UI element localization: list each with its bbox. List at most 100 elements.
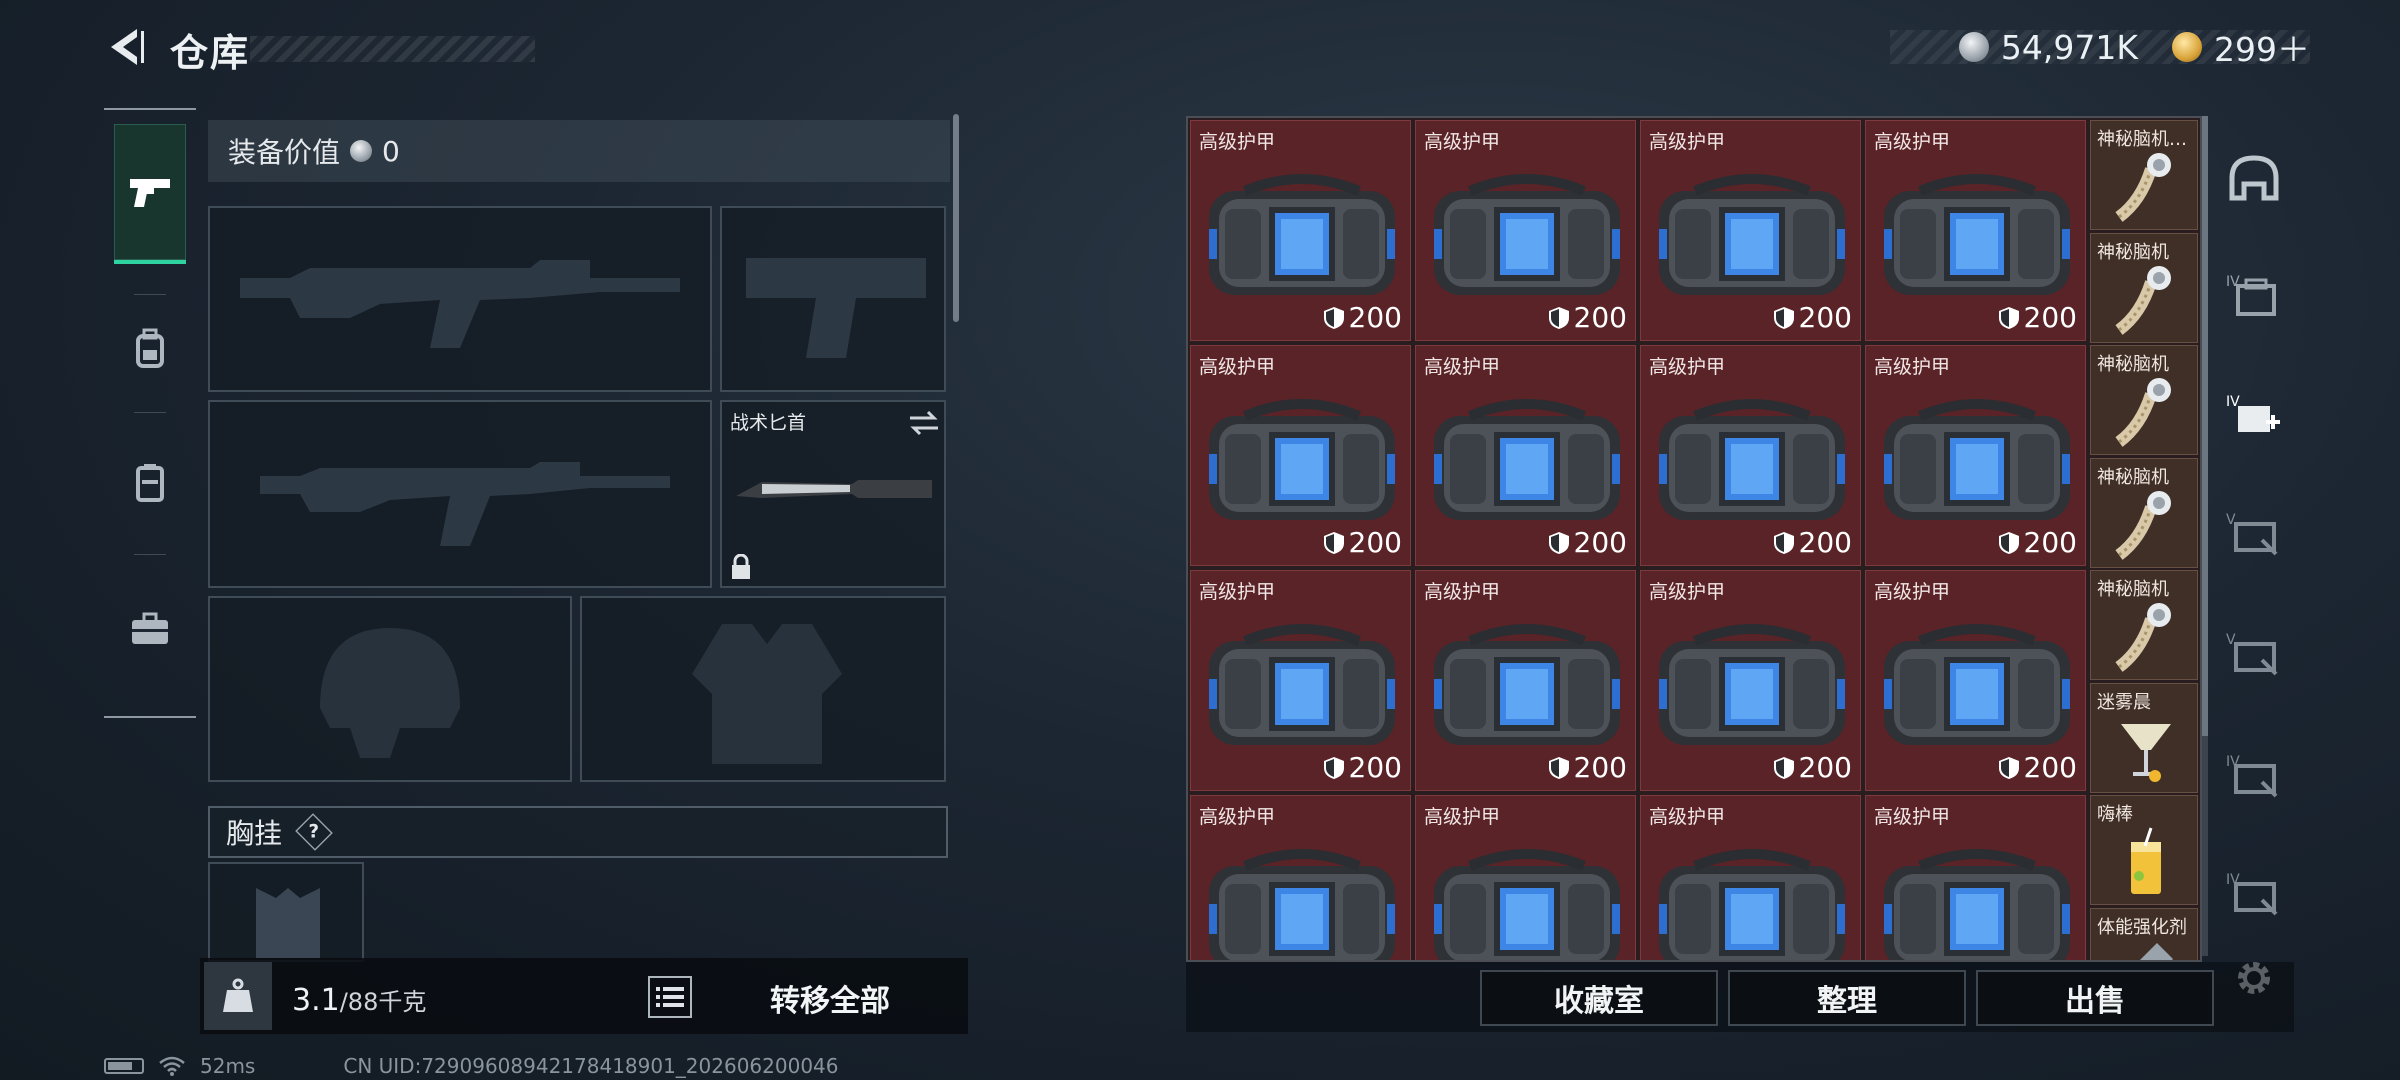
armor-item-cell[interactable]: 高级护甲 200	[1640, 570, 1861, 791]
item-name: 高级护甲	[1199, 581, 1276, 603]
gold-coin-icon	[2172, 32, 2202, 62]
durability-shield-icon	[1548, 306, 1569, 329]
item-name: 高级护甲	[1874, 131, 1951, 153]
armor-bag-icon	[1209, 624, 1395, 745]
armor-bag-icon	[1884, 624, 2070, 745]
organize-button[interactable]: 整理	[1728, 970, 1966, 1026]
armor-bag-icon	[1659, 624, 1845, 745]
durability-shield-icon	[1998, 531, 2019, 554]
weight-icon	[204, 962, 272, 1030]
consumable-item-cell[interactable]: 嗨棒	[2090, 795, 2198, 905]
gold-amount[interactable]: 299＋	[2214, 23, 2310, 71]
item-name: 高级护甲	[1874, 806, 1951, 828]
primary-weapon-slot[interactable]	[208, 206, 712, 392]
armor-item-cell[interactable]: 高级护甲 200	[1640, 345, 1861, 566]
armor-bag-icon	[1434, 174, 1620, 295]
consumable-item-cell[interactable]: 神秘脑机	[2090, 457, 2198, 568]
inventory-scrollbar[interactable]	[2202, 116, 2208, 956]
helmet-slot[interactable]	[208, 596, 572, 782]
secondary-weapon-slot[interactable]	[720, 206, 946, 392]
helmet-filter-button[interactable]	[2226, 150, 2282, 206]
collection-room-button[interactable]: 收藏室	[1480, 970, 1718, 1026]
item-name: 神秘脑机	[2097, 466, 2169, 488]
armor-item-cell[interactable]: 高级护甲 200	[1415, 570, 1636, 791]
item-durability: 200	[1548, 301, 1627, 334]
case-iv3-button[interactable]: IV	[2226, 866, 2282, 922]
armor-item-cell[interactable]: 高级护甲 200	[1865, 345, 2086, 566]
transfer-all-button[interactable]: 转移全部	[720, 970, 940, 1026]
case-iv2-button[interactable]: IV	[2226, 748, 2282, 804]
secondary-rifle-slot[interactable]	[208, 400, 712, 588]
brain-chip-icon	[2115, 378, 2171, 447]
rifle-silhouette-icon	[240, 260, 680, 348]
brain-chip-icon	[2115, 490, 2171, 560]
armor-item-cell[interactable]: 高级护甲 200	[1190, 120, 1411, 341]
list-view-button[interactable]	[648, 976, 692, 1018]
consumable-item-cell[interactable]: 迷雾晨	[2090, 682, 2198, 793]
armor-item-cell[interactable]: 高级护甲	[1190, 795, 1411, 960]
item-name: 高级护甲	[1649, 806, 1726, 828]
add-case-icon: IV	[2226, 394, 2280, 432]
network-ping: 52ms	[200, 1054, 256, 1078]
item-name: 神秘脑机	[2097, 241, 2169, 263]
melee-label: 战术匕首	[730, 412, 807, 434]
weapon-case-iv-button[interactable]: IV	[2226, 268, 2282, 324]
vest-icon	[136, 464, 164, 502]
consumable-item-cell[interactable]: 神秘脑机	[2090, 232, 2198, 343]
chest-rig-slot[interactable]	[208, 862, 364, 962]
armor-item-cell[interactable]: 高级护甲 200	[1865, 570, 2086, 791]
back-button[interactable]	[100, 22, 148, 72]
armor-item-cell[interactable]: 高级护甲	[1865, 795, 2086, 960]
melee-slot[interactable]: 战术匕首	[720, 400, 946, 588]
durability-value: 200	[1573, 526, 1627, 559]
item-durability: 200	[1773, 301, 1852, 334]
consumable-item-cell[interactable]: 神秘脑机	[2090, 345, 2198, 455]
armor-item-cell[interactable]: 高级护甲	[1640, 795, 1861, 960]
durability-value: 200	[2023, 526, 2077, 559]
armor-item-cell[interactable]: 高级护甲 200	[1190, 345, 1411, 566]
status-bar: 52ms CN UID:7290960894217841890​1_202606…	[104, 1054, 839, 1078]
armor-slot[interactable]	[580, 596, 946, 782]
tab-vest[interactable]	[114, 440, 186, 526]
back-arrow-icon	[111, 29, 144, 65]
armor-item-cell[interactable]: 高级护甲 200	[1415, 120, 1636, 341]
category-sidebar	[104, 108, 196, 718]
swap-icon[interactable]	[908, 408, 940, 438]
armor-item-cell[interactable]: 高级护甲 200	[1415, 345, 1636, 566]
durability-shield-icon	[1323, 531, 1344, 554]
case-v2-button[interactable]: V	[2226, 626, 2282, 682]
brain-chip-icon	[2115, 603, 2171, 672]
armor-bag-icon	[1209, 174, 1395, 295]
durability-value: 200	[1348, 526, 1402, 559]
durability-shield-icon	[1773, 531, 1794, 554]
sell-button[interactable]: 出售	[1976, 970, 2214, 1026]
armor-item-cell[interactable]: 高级护甲 200	[1640, 120, 1861, 341]
item-name: 高级护甲	[1424, 806, 1501, 828]
durability-shield-icon	[1548, 531, 1569, 554]
high-stick-drink-icon	[2131, 827, 2161, 894]
item-durability: 200	[1773, 526, 1852, 559]
tab-weapons[interactable]	[114, 124, 186, 264]
tab-backpack[interactable]	[114, 306, 186, 392]
item-name: 高级护甲	[1199, 131, 1276, 153]
chest-rig-help-button[interactable]: ?	[295, 813, 333, 851]
equipment-scrollbar[interactable]	[953, 114, 959, 322]
consumable-item-cell[interactable]: 神秘脑机…	[2090, 120, 2198, 230]
inventory-grid: 高级护甲 200 高级护甲 200 高级护甲 200 高级护甲 200 高级护甲 200 高级护甲 2…	[1186, 116, 2202, 962]
consumable-item-cell[interactable]: 体能强化剂	[2090, 907, 2198, 960]
currency-display[interactable]: 54,971K 299＋	[1958, 28, 2310, 69]
tab-toolbox[interactable]	[114, 586, 186, 672]
durability-value: 200	[1573, 301, 1627, 334]
case-v-button[interactable]: V	[2226, 506, 2282, 562]
item-name: 迷雾晨	[2097, 691, 2151, 713]
chest-rig-label: 胸挂	[226, 817, 283, 850]
armor-item-cell[interactable]: 高级护甲 200	[1190, 570, 1411, 791]
backpack-icon	[136, 328, 164, 368]
armor-item-cell[interactable]: 高级护甲	[1415, 795, 1636, 960]
armor-item-cell[interactable]: 高级护甲 200	[1865, 120, 2086, 341]
item-name: 高级护甲	[1424, 131, 1501, 153]
knife-icon	[736, 480, 932, 498]
durability-shield-icon	[1323, 756, 1344, 779]
consumable-item-cell[interactable]: 神秘脑机	[2090, 570, 2198, 680]
add-case-iv-button[interactable]: IV	[2226, 388, 2282, 444]
